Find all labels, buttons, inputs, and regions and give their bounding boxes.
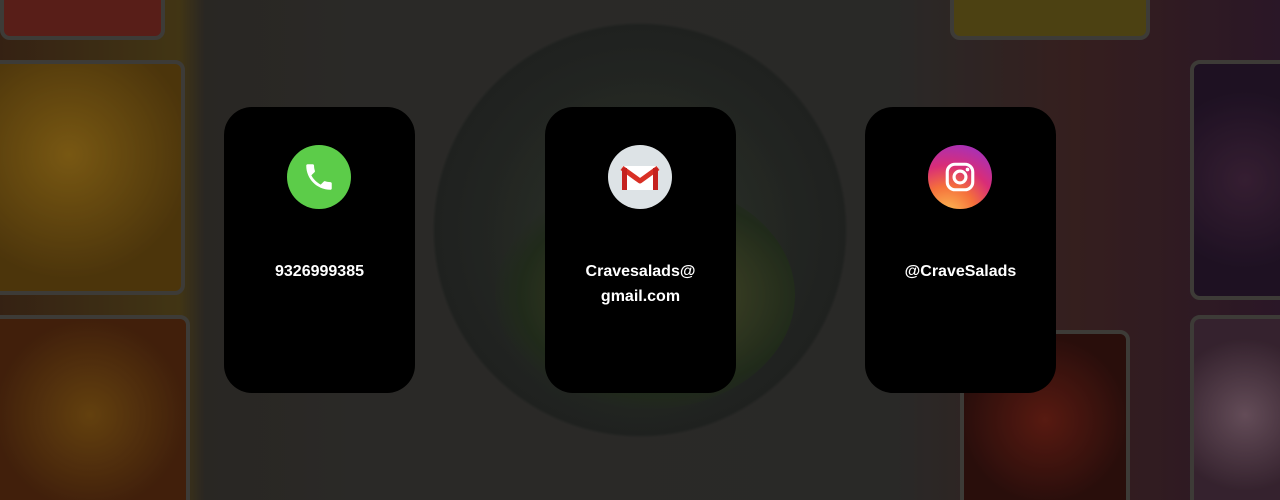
gmail-icon: [608, 145, 672, 209]
phone-icon: [287, 145, 351, 209]
instagram-icon: [928, 145, 992, 209]
contact-banner: 9326999385 Cravesalads@ gmail.com @Crave…: [0, 0, 1280, 500]
phone-number: 9326999385: [275, 263, 364, 280]
instagram-contact-card[interactable]: @CraveSalads: [865, 107, 1056, 393]
email-address: Cravesalads@ gmail.com: [585, 263, 696, 305]
phone-contact-card[interactable]: 9326999385: [224, 107, 415, 393]
email-contact-card[interactable]: Cravesalads@ gmail.com: [545, 107, 736, 393]
instagram-handle: @CraveSalads: [904, 263, 1017, 280]
